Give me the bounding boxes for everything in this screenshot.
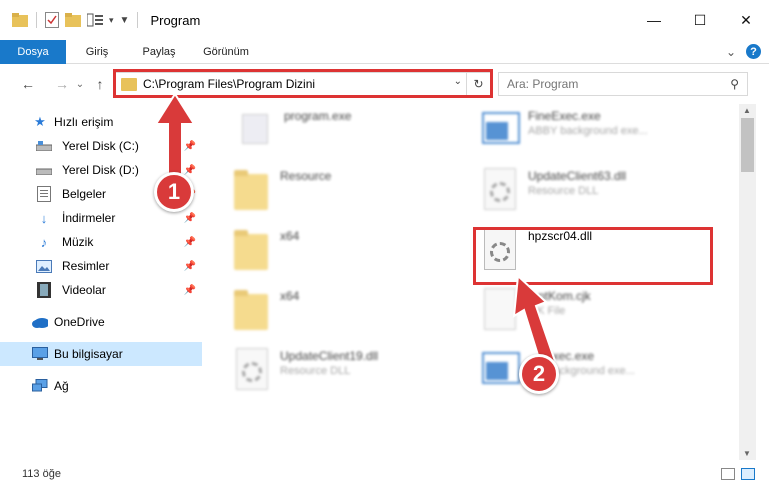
vertical-scrollbar[interactable]: ▲ ▼ <box>739 104 756 460</box>
file-description: Resource DLL <box>280 365 351 377</box>
sidebar-item-label: Müzik <box>62 235 94 249</box>
maximize-button[interactable]: ☐ <box>677 0 723 40</box>
tab-file[interactable]: Dosya <box>0 39 66 64</box>
file-name: FineExec.exe <box>528 109 601 123</box>
file-name: x64 <box>280 289 300 303</box>
file-item[interactable]: x64 <box>230 288 299 338</box>
file-item[interactable]: program.exe <box>234 108 351 158</box>
file-description: ABBY background exe... <box>528 125 648 137</box>
sidebar-item-videos[interactable]: Videolar 📌 <box>0 278 202 302</box>
status-bar: 113 öğe <box>0 460 769 488</box>
tab-home[interactable]: Giriş <box>66 40 128 64</box>
sidebar-item-this-pc[interactable]: Bu bilgisayar <box>0 342 202 366</box>
file-description: Resource DLL <box>528 185 599 197</box>
sidebar-item-onedrive[interactable]: OneDrive <box>0 310 202 334</box>
navigation-bar: ← → ⌄ ↑ C:\Program Files\Program Dizini … <box>0 64 769 104</box>
back-button[interactable]: ← <box>16 72 40 96</box>
view-options-icon[interactable] <box>87 13 103 27</box>
customize-qat-icon[interactable]: ▼ <box>120 15 130 26</box>
dll-icon <box>230 348 274 398</box>
tab-share[interactable]: Paylaş <box>128 40 190 64</box>
sidebar-item-label: Belgeler <box>62 187 107 201</box>
sidebar-item-pictures[interactable]: Resimler 📌 <box>0 254 202 278</box>
sidebar-item-label: Bu bilgisayar <box>54 347 123 361</box>
ribbon-tabs: Dosya Giriş Paylaş Görünüm ⌄ ? <box>0 39 769 64</box>
search-box[interactable]: ⚲ <box>498 72 748 96</box>
qat-dropdown-icon[interactable]: ▾ <box>109 15 114 26</box>
file-item[interactable]: Resource <box>230 168 331 218</box>
help-icon[interactable]: ? <box>746 44 761 59</box>
expand-ribbon-icon[interactable]: ⌄ <box>726 45 736 59</box>
up-button[interactable]: ↑ <box>88 72 112 96</box>
file-name: UpdateClient19.dll <box>280 349 379 363</box>
pin-icon[interactable]: 📌 <box>184 285 196 296</box>
music-icon: ♪ <box>40 234 48 250</box>
ribbon-right-controls: ⌄ ? <box>726 44 761 59</box>
cloud-icon <box>32 314 48 330</box>
search-icon[interactable]: ⚲ <box>730 77 739 91</box>
sidebar-item-label: Ağ <box>54 379 69 393</box>
app-icon <box>478 108 522 158</box>
network-icon <box>32 378 48 394</box>
drive-icon <box>36 162 52 178</box>
sidebar-item-label: Yerel Disk (D:) <box>62 163 139 177</box>
file-name: Resource <box>280 169 332 183</box>
scroll-down-icon[interactable]: ▼ <box>743 449 751 458</box>
file-name: program.exe <box>284 109 352 123</box>
pictures-icon <box>36 258 52 274</box>
dll-icon <box>478 168 522 218</box>
properties-icon[interactable] <box>45 12 59 28</box>
step-badge-1: 1 <box>154 172 194 212</box>
pin-icon[interactable]: 📌 <box>184 237 196 248</box>
tiles-view-icon[interactable] <box>741 468 755 480</box>
scroll-thumb[interactable] <box>741 118 754 172</box>
close-button[interactable]: ✕ <box>723 0 769 40</box>
sidebar-item-network[interactable]: Ağ <box>0 374 202 398</box>
file-item[interactable]: FineExec.exe ABBY background exe... <box>478 108 648 158</box>
sidebar-item-label: İndirmeler <box>62 211 116 225</box>
pin-icon[interactable]: 📌 <box>184 261 196 272</box>
sidebar-item-label: Yerel Disk (C:) <box>62 139 139 153</box>
sidebar-item-label: OneDrive <box>54 315 105 329</box>
computer-icon <box>32 346 48 362</box>
pin-icon[interactable]: 📌 <box>184 213 196 224</box>
star-icon: ★ <box>34 114 46 129</box>
sidebar-item-label: Resimler <box>62 259 110 273</box>
details-view-icon[interactable] <box>721 468 735 480</box>
folder-icon <box>230 168 274 218</box>
quick-access-toolbar: ▾ ▼ <box>12 12 140 28</box>
file-name: UpdateClient63.dll <box>528 169 627 183</box>
separator <box>137 12 139 28</box>
folder-icon <box>230 228 274 278</box>
title-bar: ▾ ▼ Program — ☐ ✕ <box>0 0 769 40</box>
item-count: 113 öğe <box>22 468 61 480</box>
file-item[interactable]: x64 <box>230 228 299 278</box>
view-buttons <box>721 468 755 480</box>
recent-locations-dropdown[interactable]: ⌄ <box>74 72 86 96</box>
exe-icon <box>234 108 278 158</box>
downloads-icon: ↓ <box>40 210 48 226</box>
videos-icon <box>36 282 52 298</box>
sidebar-item-label: Videolar <box>62 283 106 297</box>
search-input[interactable] <box>507 77 717 91</box>
sidebar-item-music[interactable]: ♪ Müzik 📌 <box>0 230 202 254</box>
file-name: x64 <box>280 229 300 243</box>
folder-icon <box>230 288 274 338</box>
minimize-button[interactable]: — <box>631 0 677 40</box>
separator <box>36 12 37 28</box>
new-folder-icon[interactable] <box>65 13 81 27</box>
sidebar-item-label: Hızlı erişim <box>54 115 114 129</box>
forward-button[interactable]: → <box>50 72 74 96</box>
scroll-up-icon[interactable]: ▲ <box>743 106 751 115</box>
file-item[interactable]: UpdateClient63.dll Resource DLL <box>478 168 626 218</box>
drive-icon <box>36 138 52 154</box>
window-title: Program <box>150 12 201 28</box>
step-badge-2: 2 <box>519 354 559 394</box>
tab-view[interactable]: Görünüm <box>190 40 262 64</box>
documents-icon <box>36 186 52 202</box>
folder-icon <box>12 13 28 27</box>
window-controls: — ☐ ✕ <box>631 0 769 40</box>
file-item[interactable]: UpdateClient19.dll Resource DLL <box>230 348 378 398</box>
